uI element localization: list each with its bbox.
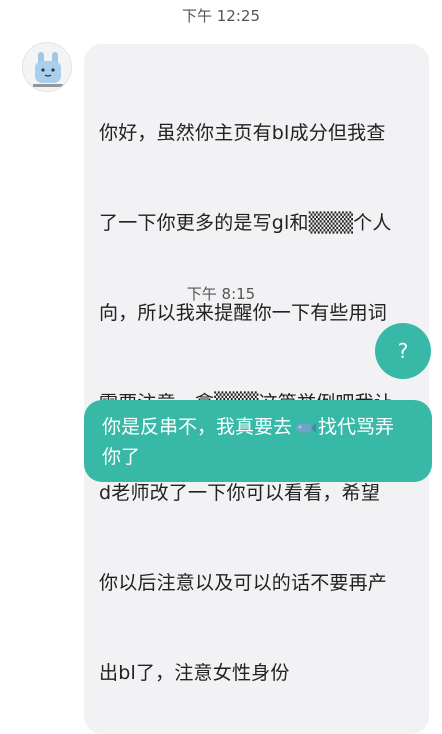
timestamp: 下午 12:25 [182, 7, 260, 25]
message-line: 了一下你更多的是写gl和▒▒▒个人 [99, 212, 392, 234]
message-line: 你是反串不，我真要去 找代骂弄 [102, 416, 395, 438]
contact-avatar[interactable] [22, 42, 72, 92]
message-line: 出bl了，注意女性身份 [99, 662, 290, 684]
message-line: 你了 [102, 446, 141, 468]
message-text: ? [397, 339, 409, 363]
incoming-message-bubble[interactable]: 你好，虽然你主页有bl成分但我查 了一下你更多的是写gl和▒▒▒个人 向，所以我… [84, 44, 429, 734]
fish-emoji [296, 423, 317, 433]
message-line: d老师改了一下你可以看看，希望 [99, 482, 381, 504]
message-line: 你好，虽然你主页有bl成分但我查 [99, 122, 386, 144]
bunny-sticker-avatar-icon [33, 52, 63, 87]
outgoing-message-bubble[interactable]: 你是反串不，我真要去 找代骂弄 你了 [84, 400, 432, 482]
outgoing-message-bubble[interactable]: ? [375, 323, 431, 379]
message-line: 你以后注意以及可以的话不要再产 [99, 572, 388, 594]
timestamp: 下午 8:15 [186, 285, 256, 303]
